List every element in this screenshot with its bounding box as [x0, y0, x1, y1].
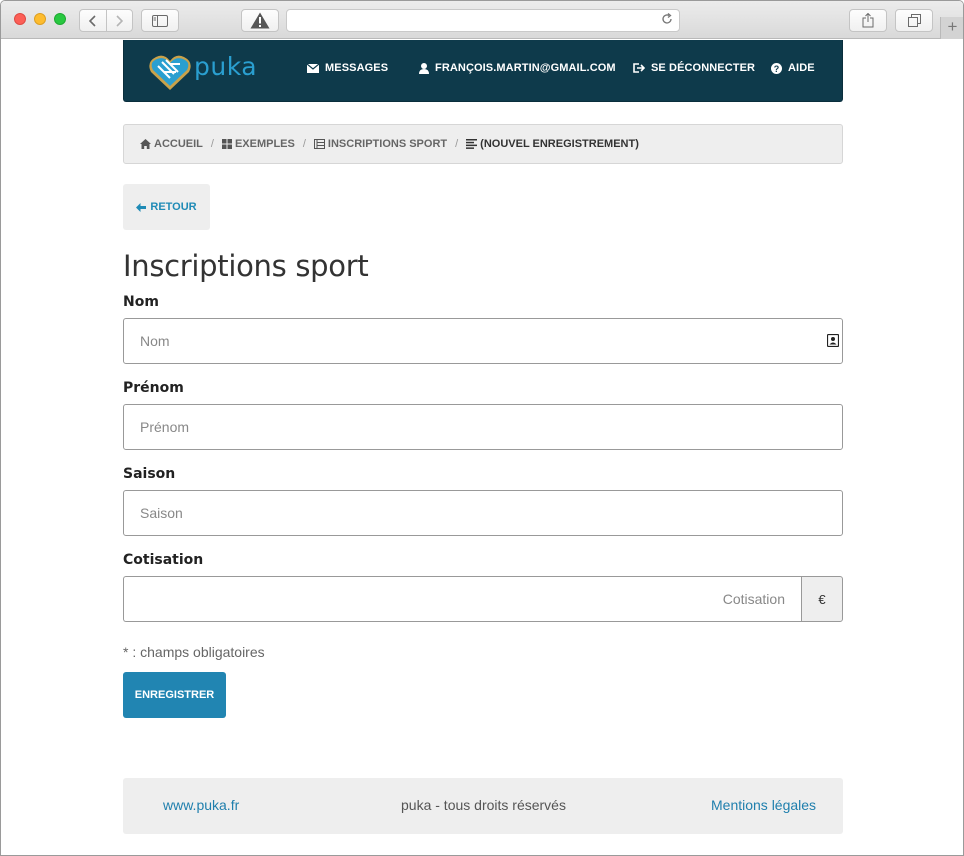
nav-user-label: FRANÇOIS.MARTIN@GMAIL.COM: [435, 62, 616, 74]
chevron-right-icon: [116, 14, 124, 27]
breadcrumb-current: (NOUVEL ENREGISTREMENT): [466, 138, 639, 150]
breadcrumb-current-label: (NOUVEL ENREGISTREMENT): [480, 138, 639, 150]
tabs-overview-button[interactable]: [895, 9, 933, 32]
breadcrumb-sport[interactable]: INSCRIPTIONS SPORT: [313, 138, 448, 150]
help-icon: ?: [771, 62, 782, 74]
breadcrumb-examples-label: EXEMPLES: [234, 138, 295, 150]
saison-label: Saison: [123, 466, 176, 482]
address-bar[interactable]: [286, 9, 680, 32]
close-window-button[interactable]: [14, 13, 26, 25]
nav-logout-label: SE DÉCONNECTER: [651, 62, 756, 74]
footer-copyright: puka - tous droits réservés: [401, 797, 566, 813]
cotisation-group: €: [123, 576, 843, 622]
site-header: puka MESSAGES FRANÇOIS.MARTIN@GMAIL.COM …: [123, 40, 843, 102]
user-icon: [419, 62, 429, 74]
nav-messages[interactable]: MESSAGES: [307, 62, 388, 74]
nav-user[interactable]: FRANÇOIS.MARTIN@GMAIL.COM: [419, 62, 616, 74]
svg-text:?: ?: [774, 63, 780, 73]
tabs-icon: [907, 14, 921, 27]
breadcrumb-examples[interactable]: EXEMPLES: [221, 138, 295, 150]
maximize-window-button[interactable]: [54, 13, 66, 25]
page-title: Inscriptions sport: [123, 249, 369, 283]
history-nav: [79, 9, 133, 32]
reload-icon[interactable]: [661, 12, 673, 28]
plus-icon: +: [947, 17, 958, 36]
cotisation-label: Cotisation: [123, 552, 204, 568]
footer-site-link[interactable]: www.puka.fr: [163, 797, 239, 813]
lines-icon: [466, 139, 478, 149]
breadcrumb-separator: /: [455, 138, 459, 150]
nom-input[interactable]: [123, 318, 843, 364]
breadcrumb-home-label: ACCUEIL: [154, 138, 203, 150]
forward-nav-button[interactable]: [105, 10, 133, 31]
breadcrumb-sport-label: INSCRIPTIONS SPORT: [327, 138, 448, 150]
back-button-label: RETOUR: [150, 201, 197, 213]
back-nav-button[interactable]: [80, 10, 106, 31]
breadcrumb-separator: /: [210, 138, 214, 150]
share-button[interactable]: [849, 9, 887, 32]
site-footer: www.puka.fr puka - tous droits réservés …: [123, 778, 843, 834]
browser-window: + puka MESSAGES FRANÇOIS.MARTIN@GMAIL.CO…: [0, 0, 964, 856]
chevron-left-icon: [88, 14, 96, 27]
contact-card-icon[interactable]: [827, 334, 839, 347]
breadcrumb: ACCUEIL / EXEMPLES / INSCRIPTIONS SPORT …: [123, 124, 843, 164]
sidebar-icon: [152, 14, 168, 27]
new-tab-button[interactable]: +: [940, 17, 963, 39]
nav-help[interactable]: ? AIDE: [771, 62, 815, 74]
warning-button[interactable]: [241, 9, 279, 32]
prenom-input[interactable]: [123, 404, 843, 450]
minimize-window-button[interactable]: [34, 13, 46, 25]
sidebar-toggle-button[interactable]: [141, 9, 179, 32]
warning-icon: [250, 12, 270, 29]
grid-icon: [221, 139, 232, 149]
nav-help-label: AIDE: [788, 62, 815, 74]
browser-toolbar: +: [1, 1, 963, 39]
nav-messages-label: MESSAGES: [325, 62, 389, 74]
site-logo-text[interactable]: puka: [194, 52, 257, 81]
required-fields-note: * : champs obligatoires: [123, 644, 265, 660]
saison-input[interactable]: [123, 490, 843, 536]
logout-icon: [633, 63, 645, 73]
home-icon: [140, 139, 151, 149]
arrow-left-icon: [136, 202, 147, 212]
footer-legal-link[interactable]: Mentions légales: [711, 797, 816, 813]
back-button[interactable]: RETOUR: [123, 184, 210, 230]
cotisation-input[interactable]: [123, 576, 801, 622]
breadcrumb-separator: /: [302, 138, 306, 150]
list-icon: [313, 139, 325, 149]
save-button[interactable]: ENREGISTRER: [123, 672, 226, 718]
prenom-label: Prénom: [123, 380, 184, 396]
envelope-icon: [307, 63, 319, 73]
nav-logout[interactable]: SE DÉCONNECTER: [633, 62, 755, 74]
puka-logo-icon[interactable]: [148, 52, 192, 92]
breadcrumb-home[interactable]: ACCUEIL: [140, 138, 203, 150]
currency-addon: €: [801, 576, 843, 622]
share-icon: [862, 13, 874, 28]
nom-label: Nom: [123, 294, 159, 310]
